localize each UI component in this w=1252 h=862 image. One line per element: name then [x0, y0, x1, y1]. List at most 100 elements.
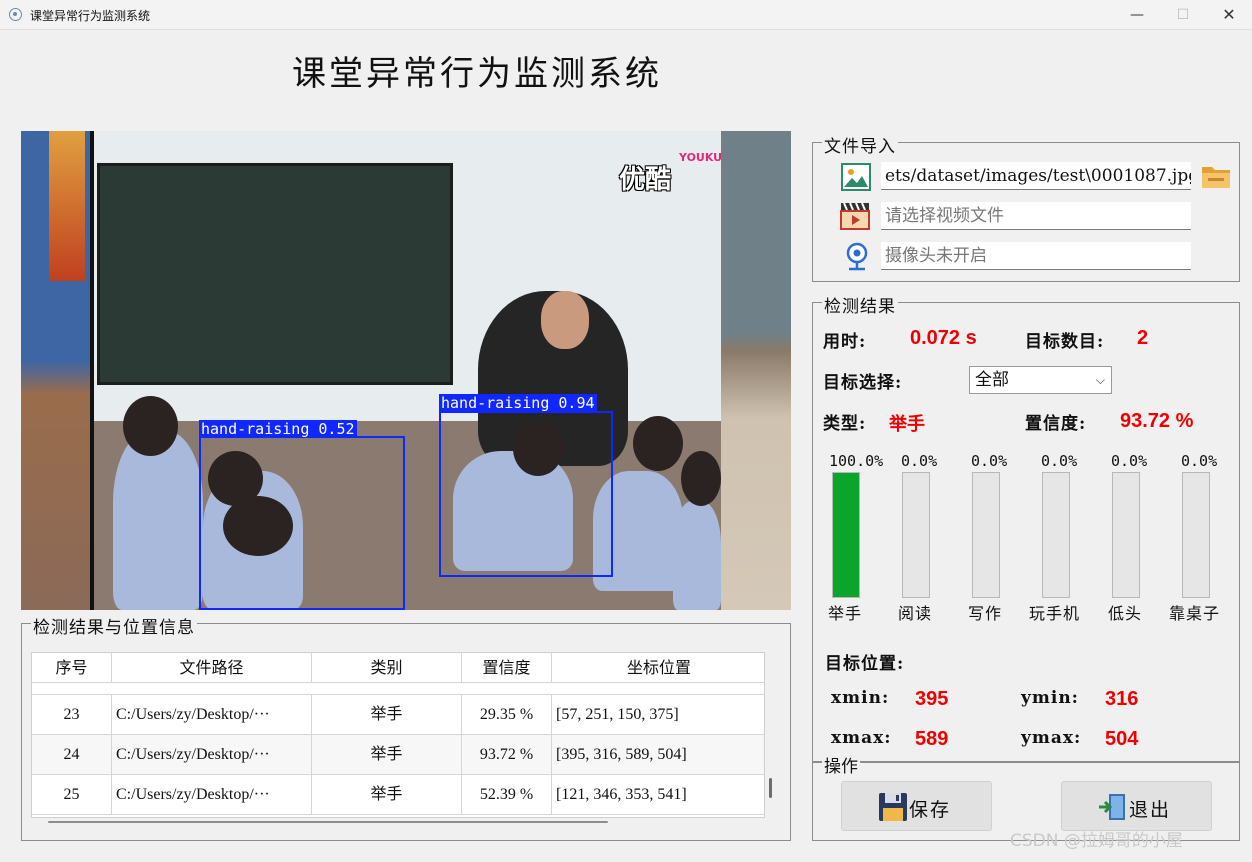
table-cell: 24: [32, 735, 112, 775]
table-cell: [57, 251, 150, 375]: [556, 706, 679, 723]
video-logo: 优酷: [619, 165, 672, 195]
table-row[interactable]: 25 C:/Users/zy/Desktop/··· 举手 52.39 % [121, …: [32, 775, 764, 815]
exit-button[interactable]: 退出: [1061, 781, 1212, 831]
ymax-label: ymax:: [1021, 728, 1082, 748]
bar-track: [902, 472, 930, 598]
window-title-bar: 课堂异常行为监测系统 — ☐ ✕: [0, 0, 1252, 30]
bar-percent: 100.0%: [829, 452, 884, 470]
table-cell: 举手: [312, 735, 462, 775]
confidence-label: 置信度:: [1025, 414, 1087, 434]
image-border: [90, 131, 94, 610]
count-value: 2: [1137, 327, 1149, 349]
camera-icon[interactable]: [844, 242, 870, 276]
video-file-icon[interactable]: [839, 201, 871, 235]
student-head: [681, 451, 721, 506]
table-cell: 52.39 %: [462, 775, 552, 815]
bar-percent: 0.0%: [901, 452, 938, 470]
bar-track: [1112, 472, 1140, 598]
bar-track: [1182, 472, 1210, 598]
bar-track: [832, 472, 860, 598]
table-row[interactable]: 23 C:/Users/zy/Desktop/··· 举手 29.35 % [57, 2…: [32, 695, 764, 735]
column-header[interactable]: 坐标位置: [552, 653, 764, 683]
results-table[interactable]: 序号 文件路径 类别 置信度 坐标位置 23 C:/Users/zy/Deskto…: [31, 652, 765, 818]
column-header[interactable]: 文件路径: [112, 653, 312, 683]
type-value: 举手: [889, 414, 925, 435]
table-cell: [121, 346, 353, 541]: [556, 786, 687, 803]
ymin-value: 316: [1105, 688, 1139, 710]
image-file-icon[interactable]: [841, 163, 871, 195]
image-right-edge: [721, 131, 791, 610]
bar-percent: 0.0%: [1181, 452, 1218, 470]
bar-label: 低头: [1108, 604, 1143, 623]
actions-title: 操作: [822, 752, 860, 777]
table-cell: 25: [32, 775, 112, 815]
watermark: CSDN @拉姆哥的小屋: [1010, 831, 1183, 851]
xmin-label: xmin:: [831, 688, 890, 708]
image-path-field[interactable]: ets/dataset/images/test\0001087.jpg: [881, 162, 1191, 190]
target-select[interactable]: 全部 ⌵: [969, 366, 1112, 394]
image-display: 优酷 YOUKU hand-raising 0.52 hand-raising …: [21, 131, 791, 610]
table-cell: 93.72 %: [462, 735, 552, 775]
bar-track: [972, 472, 1000, 598]
maximize-button[interactable]: ☐: [1160, 0, 1206, 30]
video-path-field[interactable]: 请选择视频文件: [881, 202, 1191, 230]
table-cell: [395, 316, 589, 504]: [556, 746, 687, 763]
table-cell: 29.35 %: [462, 695, 552, 735]
detection-box: [199, 436, 405, 610]
app-icon: [9, 8, 22, 21]
camera-status-field[interactable]: 摄像头未开启: [881, 242, 1191, 270]
ymin-label: ymin:: [1021, 688, 1079, 708]
bar-label: 阅读: [898, 604, 933, 623]
student-figure: [113, 431, 203, 610]
save-icon: [877, 791, 909, 828]
bar-label: 玩手机: [1029, 604, 1081, 623]
bar-track: [1042, 472, 1070, 598]
count-label: 目标数目:: [1025, 332, 1105, 352]
bar-percent: 0.0%: [1111, 452, 1148, 470]
xmax-value: 589: [915, 728, 949, 750]
time-value: 0.072 s: [910, 327, 977, 349]
exit-icon: [1097, 791, 1129, 828]
column-header[interactable]: 类别: [312, 653, 462, 683]
bar-percent: 0.0%: [971, 452, 1008, 470]
confidence-value: 93.72 %: [1120, 410, 1194, 432]
save-label: 保存: [909, 799, 952, 821]
table-horizontal-scrollbar[interactable]: [48, 821, 608, 823]
save-button[interactable]: 保存: [841, 781, 992, 831]
detection-label: hand-raising 0.94: [439, 394, 597, 412]
student-figure: [673, 501, 721, 610]
image-pennant: [49, 131, 85, 281]
table-row[interactable]: 24 C:/Users/zy/Desktop/··· 举手 93.72 % [395, …: [32, 735, 764, 775]
page-title: 课堂异常行为监测系统: [292, 54, 662, 94]
detection-results-title: 检测结果: [822, 292, 898, 317]
student-head: [633, 416, 683, 471]
table-vertical-scrollbar[interactable]: [769, 778, 772, 798]
minimize-button[interactable]: —: [1114, 0, 1160, 30]
table-cell: C:/Users/zy/Desktop/···: [112, 695, 312, 735]
target-select-value: 全部: [975, 370, 1009, 390]
xmax-label: xmax:: [831, 728, 892, 748]
blackboard: [97, 163, 453, 385]
table-cell: 23: [32, 695, 112, 735]
table-cell: 举手: [312, 695, 462, 735]
close-button[interactable]: ✕: [1206, 0, 1252, 30]
bar-label: 靠桌子: [1169, 604, 1221, 623]
folder-icon[interactable]: [1200, 161, 1232, 195]
results-table-title: 检测结果与位置信息: [31, 613, 197, 638]
column-header[interactable]: 置信度: [462, 653, 552, 683]
table-cell: C:/Users/zy/Desktop/···: [112, 735, 312, 775]
table-header: 序号 文件路径 类别 置信度 坐标位置: [32, 653, 764, 683]
bar-label: 举手: [828, 604, 863, 623]
table-cell: 举手: [312, 775, 462, 815]
column-header[interactable]: 序号: [32, 653, 112, 683]
detection-label: hand-raising 0.52: [199, 420, 357, 438]
chevron-down-icon: ⌵: [1095, 373, 1105, 387]
ymax-value: 504: [1105, 728, 1139, 750]
bar-fill: [833, 473, 859, 597]
file-import-title: 文件导入: [822, 132, 898, 157]
target-position-label: 目标位置:: [825, 654, 905, 674]
bar-percent: 0.0%: [1041, 452, 1078, 470]
student-head: [123, 396, 178, 456]
table-cell: C:/Users/zy/Desktop/···: [112, 775, 312, 815]
type-label: 类型:: [823, 414, 867, 434]
